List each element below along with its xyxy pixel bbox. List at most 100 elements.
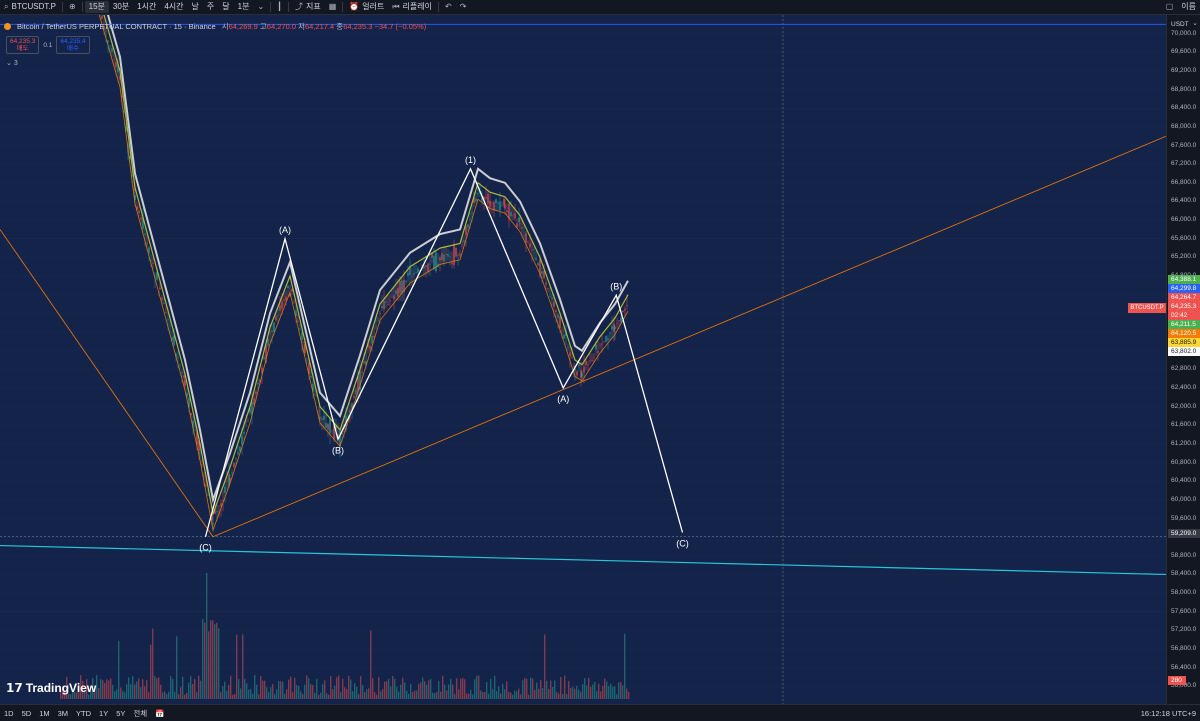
interval-4h[interactable]: 4시간 xyxy=(160,1,187,13)
interval-15m[interactable]: 15분 xyxy=(84,1,109,13)
volume-bar xyxy=(622,685,624,699)
sell-button[interactable]: 64,235.3 매도 xyxy=(6,36,40,54)
candle-body xyxy=(152,263,154,264)
volume-bar xyxy=(194,678,196,699)
range-5y[interactable]: 5Y xyxy=(112,709,129,718)
candle-body xyxy=(167,319,169,321)
volume-bar xyxy=(360,676,362,699)
layout-name[interactable]: 이름 xyxy=(1177,1,1200,13)
wave-label: (B) xyxy=(610,281,622,291)
range-1d[interactable]: 1D xyxy=(0,709,18,718)
alert-button[interactable]: ⏰ 얼러트 xyxy=(345,1,388,13)
range-5d[interactable]: 5D xyxy=(18,709,36,718)
candle-body xyxy=(529,243,531,248)
volume-bar xyxy=(510,692,512,699)
redo-button[interactable]: ↷ xyxy=(456,1,471,13)
date-range-button[interactable]: 📅 xyxy=(151,709,168,718)
replay-button[interactable]: ⏮ 리플레이 xyxy=(388,1,436,13)
chart-canvas[interactable]: (C) (A) (B) (1) (A) (B) (C) xyxy=(0,15,1166,705)
chevron-down-icon[interactable]: ⌄ xyxy=(1192,19,1198,27)
candle-body xyxy=(624,308,626,311)
volume-bar xyxy=(122,690,124,699)
volume-bar xyxy=(336,677,338,699)
candle-body xyxy=(229,477,231,481)
volume-bar xyxy=(596,691,598,699)
range-1y[interactable]: 1Y xyxy=(95,709,112,718)
volume-bar xyxy=(612,686,614,699)
templates-button[interactable]: ▦ xyxy=(325,1,341,13)
candle-body xyxy=(585,361,587,365)
candle-body xyxy=(555,310,557,313)
interval-30m[interactable]: 30분 xyxy=(109,1,133,13)
interval-1h[interactable]: 1시간 xyxy=(133,1,160,13)
ma-line-orange xyxy=(98,15,629,532)
volume-bar xyxy=(306,675,308,699)
candle-body xyxy=(138,210,140,214)
add-symbol-button[interactable]: ⊕ xyxy=(65,1,80,13)
candle-body xyxy=(184,380,186,386)
symbol-search[interactable]: ⌕ BTCUSDT.P xyxy=(0,1,60,13)
interval-1m[interactable]: 1분 xyxy=(234,1,254,13)
candle-body xyxy=(597,351,599,353)
volume-bar xyxy=(230,675,232,699)
interval-day[interactable]: 날 xyxy=(188,1,203,13)
volume-bar xyxy=(264,680,266,699)
candle-body xyxy=(451,262,453,265)
volume-bar xyxy=(482,692,484,699)
bottom-toolbar: 1D 5D 1M 3M YTD 1Y 5Y 전체 📅 16:12:18 UTC+… xyxy=(0,704,1200,721)
layout-button[interactable]: ▢ xyxy=(1162,1,1178,13)
undo-button[interactable]: ↶ xyxy=(441,1,456,13)
range-all[interactable]: 전체 xyxy=(129,708,151,719)
volume-bar xyxy=(458,689,460,699)
candle-body xyxy=(609,333,611,334)
volume-bar xyxy=(456,678,458,699)
volume-bar xyxy=(132,676,134,699)
candle-type-button[interactable]: ┃ xyxy=(273,1,286,13)
alert-label: 얼러트 xyxy=(362,2,385,11)
price-tick-label: 62,000.0 xyxy=(1171,402,1197,410)
chart-line-icon: ⤴ xyxy=(294,2,303,11)
interval-month[interactable]: 달 xyxy=(218,1,233,13)
range-ytd[interactable]: YTD xyxy=(72,709,95,718)
volume-bar xyxy=(200,680,202,699)
volume-bar xyxy=(566,694,568,699)
clock[interactable]: 16:12:18 UTC+9 xyxy=(1141,709,1196,718)
volume-bar xyxy=(278,681,280,699)
volume-bar xyxy=(470,689,472,699)
candle-body xyxy=(247,420,249,422)
volume-bar xyxy=(606,681,608,699)
volume-bar xyxy=(186,692,188,699)
interval-dropdown[interactable]: ⌄ xyxy=(253,1,268,13)
volume-bar xyxy=(202,619,204,699)
volume-bar xyxy=(316,678,318,699)
volume-bar xyxy=(356,686,358,699)
indicators-button[interactable]: ⤴ 지표 xyxy=(291,1,325,13)
price-axis[interactable]: USDT ⌄ 70,000.0 69,600.0 69,200.0 68,800.0 6… xyxy=(1166,15,1200,705)
indicator-collapse-toggle[interactable]: ⌄ 3 xyxy=(6,59,18,67)
volume-bar xyxy=(502,683,504,699)
redo-icon: ↷ xyxy=(459,2,467,11)
interval-week[interactable]: 주 xyxy=(203,1,218,13)
volume-bar xyxy=(586,685,588,699)
chart-pane[interactable]: (C) (A) (B) (1) (A) (B) (C) Bitcoin / TetherUS… xyxy=(0,15,1166,705)
candle-body xyxy=(194,429,196,431)
candle-body xyxy=(518,217,520,222)
volume-bar xyxy=(576,685,578,699)
range-1m[interactable]: 1M xyxy=(35,709,53,718)
candle-body xyxy=(173,335,175,346)
candle-body xyxy=(233,462,235,467)
volume-bar xyxy=(530,677,532,699)
volume-bar xyxy=(578,689,580,699)
volume-bar xyxy=(512,694,514,699)
candle-body xyxy=(537,263,539,266)
candle-body xyxy=(581,372,583,377)
candle-body xyxy=(389,300,391,301)
divider xyxy=(270,2,272,12)
candle-body xyxy=(285,296,287,301)
candle-body xyxy=(397,287,399,297)
volume-bar xyxy=(130,684,132,699)
range-3m[interactable]: 3M xyxy=(54,709,72,718)
buy-button[interactable]: 64,235.4 매수 xyxy=(56,36,90,54)
candle-body xyxy=(559,316,561,328)
volume-bar xyxy=(340,692,342,699)
